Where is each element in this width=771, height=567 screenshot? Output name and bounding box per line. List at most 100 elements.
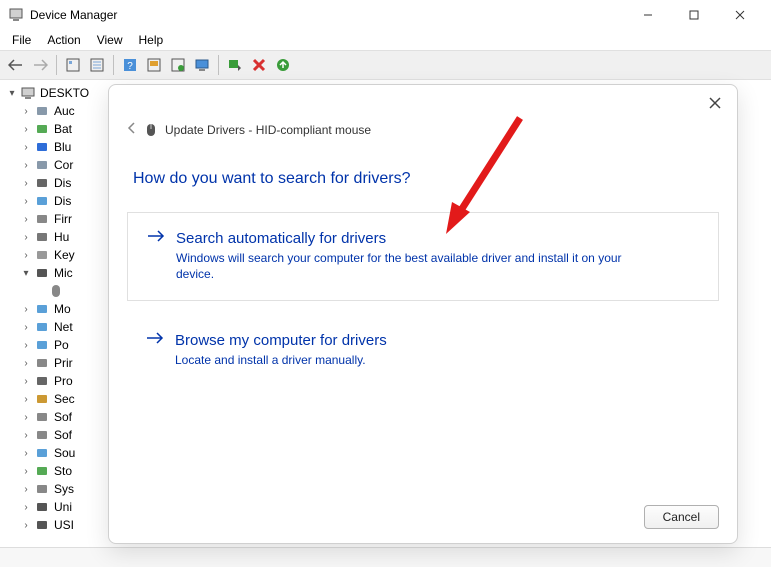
device-category-icon [34,103,50,119]
update-drivers-dialog: Update Drivers - HID-compliant mouse How… [108,84,738,544]
device-category-icon [34,409,50,425]
chevron-down-icon[interactable]: ▾ [6,88,18,99]
chevron-right-icon[interactable]: › [20,214,32,225]
tree-node-label: Mic [54,266,73,280]
menu-help[interactable]: Help [131,31,172,49]
titlebar: Device Manager [0,0,771,30]
chevron-right-icon[interactable]: › [20,484,32,495]
device-category-icon [34,121,50,137]
option-browse[interactable]: Browse my computer for drivers Locate an… [127,331,719,369]
chevron-right-icon[interactable]: › [20,196,32,207]
chevron-right-icon[interactable]: › [20,106,32,117]
tree-node-label: DESKTO [40,86,89,100]
chevron-right-icon[interactable]: › [20,304,32,315]
chevron-right-icon[interactable]: › [20,448,32,459]
dialog-question: How do you want to search for drivers? [133,170,721,188]
device-category-icon [34,193,50,209]
tree-node-label: Mo [54,302,71,316]
menu-file[interactable]: File [4,31,39,49]
chevron-right-icon[interactable]: › [20,178,32,189]
tb-uninstall-button[interactable] [247,53,271,77]
status-bar [0,547,771,567]
svg-text:?: ? [127,61,133,72]
dialog-header: Update Drivers - HID-compliant mouse [125,121,721,138]
tree-node-label: Sof [54,410,72,424]
option-desc: Locate and install a driver manually. [175,353,635,369]
back-icon[interactable] [125,121,139,138]
chevron-right-icon[interactable]: › [20,358,32,369]
chevron-right-icon[interactable]: › [20,412,32,423]
option-desc: Windows will search your computer for th… [176,251,636,282]
tb-help-button[interactable]: ? [118,53,142,77]
device-category-icon [34,157,50,173]
tree-node-label: Sys [54,482,74,496]
toolbar: ? [0,50,771,80]
chevron-right-icon[interactable]: › [20,160,32,171]
tree-node-label: Prir [54,356,73,370]
tree-node-label: Auc [54,104,75,118]
tb-forward-button[interactable] [28,53,52,77]
tb-enable-button[interactable] [271,53,295,77]
tree-node-label: Sec [54,392,75,406]
device-category-icon [34,175,50,191]
window-controls [625,0,763,30]
chevron-right-icon[interactable]: › [20,502,32,513]
maximize-button[interactable] [671,0,717,30]
menu-view[interactable]: View [89,31,131,49]
cancel-button[interactable]: Cancel [644,505,719,529]
tree-node-label: Blu [54,140,71,154]
chevron-right-icon[interactable]: › [20,124,32,135]
device-category-icon [34,445,50,461]
tree-node-label: Firr [54,212,72,226]
option-search-auto[interactable]: Search automatically for drivers Windows… [127,212,719,301]
tb-icon-button-2[interactable] [166,53,190,77]
chevron-right-icon[interactable]: › [20,322,32,333]
tree-node-label: Sof [54,428,72,442]
dialog-footer: Cancel [644,505,719,529]
computer-icon [20,85,36,101]
app-icon [8,7,24,23]
arrow-right-icon [146,229,166,247]
device-category-icon [34,229,50,245]
tb-back-button[interactable] [4,53,28,77]
mouse-icon [145,122,159,138]
tree-node-label: Net [54,320,73,334]
chevron-right-icon[interactable]: › [20,232,32,243]
option-title: Search automatically for drivers [176,230,386,247]
tree-node-label: Cor [54,158,73,172]
menubar: File Action View Help [0,30,771,50]
tb-scan-button[interactable] [223,53,247,77]
window-title: Device Manager [30,8,625,22]
tb-properties-button[interactable] [85,53,109,77]
device-category-icon [34,139,50,155]
chevron-right-icon[interactable]: › [20,250,32,261]
chevron-right-icon[interactable]: › [20,376,32,387]
device-category-icon [34,373,50,389]
chevron-down-icon[interactable]: ▾ [20,268,32,279]
chevron-right-icon[interactable]: › [20,466,32,477]
chevron-right-icon[interactable]: › [20,142,32,153]
dialog-close-button[interactable] [705,93,725,113]
minimize-button[interactable] [625,0,671,30]
tree-node-label: Key [54,248,75,262]
chevron-right-icon[interactable]: › [20,520,32,531]
dialog-title: Update Drivers - HID-compliant mouse [165,123,371,137]
chevron-right-icon[interactable]: › [20,340,32,351]
tree-node-label: Sou [54,446,75,460]
tree-node-label: USI [54,518,74,532]
device-category-icon [34,391,50,407]
chevron-right-icon[interactable]: › [20,394,32,405]
menu-action[interactable]: Action [39,31,88,49]
tree-node-label: Uni [54,500,72,514]
device-category-icon [34,265,50,281]
tree-node-label: Dis [54,176,71,190]
device-category-icon [34,211,50,227]
arrow-right-icon [145,331,165,349]
tree-node-label: Pro [54,374,73,388]
chevron-right-icon[interactable]: › [20,430,32,441]
tb-icon-button-1[interactable] [142,53,166,77]
tb-show-hidden-button[interactable] [61,53,85,77]
close-window-button[interactable] [717,0,763,30]
mouse-icon [48,283,64,299]
tb-update-driver-button[interactable] [190,53,214,77]
